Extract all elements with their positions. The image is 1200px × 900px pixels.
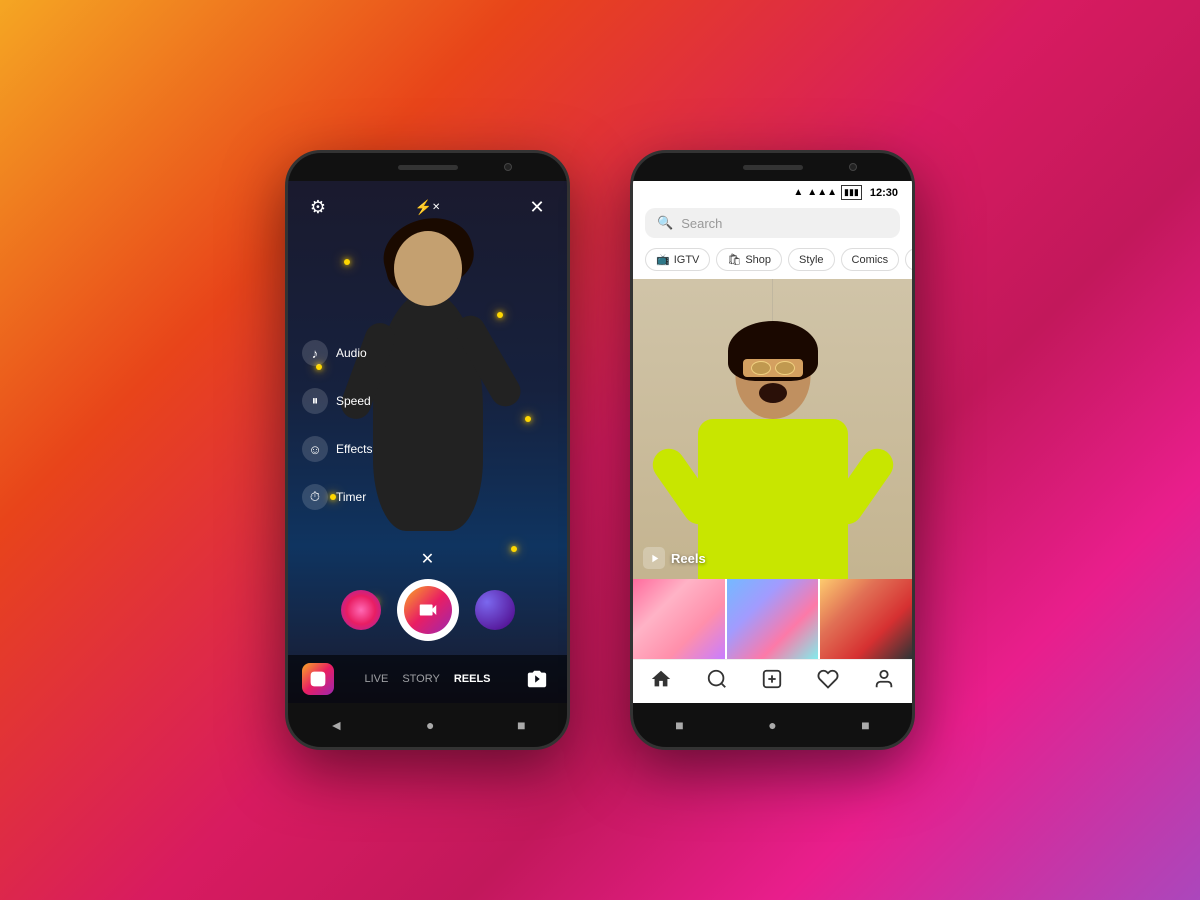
thumbnail-row — [633, 579, 912, 659]
thumbnail-flowers[interactable] — [633, 579, 725, 659]
audio-icon: ♪ — [302, 340, 328, 366]
filter-tabs: 📺 IGTV 🛍 Shop Style Comics 🎬 — [633, 244, 912, 279]
flip-camera-button[interactable] — [521, 663, 553, 695]
shop-filter-tab[interactable]: 🛍 Shop — [716, 248, 782, 271]
instagram-reels-icon — [302, 663, 334, 695]
close-x[interactable]: ✕ — [288, 549, 567, 569]
close-camera-button[interactable]: ✕ — [521, 191, 553, 223]
filter-pink-button[interactable] — [341, 590, 381, 630]
right-phone: ▲ ▲▲▲ ▮▮▮ 12:30 🔍 Search 📺 — [630, 150, 915, 750]
tv-movies-filter-tab[interactable]: 🎬 TV & Movies — [905, 248, 912, 271]
comics-filter-tab[interactable]: Comics — [841, 248, 900, 271]
effects-icon: ☺ — [302, 436, 328, 462]
search-bar-container: 🔍 Search — [633, 202, 912, 244]
sparkle — [497, 312, 503, 318]
camera-mode-bar: LIVE STORY REELS — [288, 655, 567, 703]
audio-menu-item[interactable]: ♪ Audio — [302, 340, 372, 366]
main-container: ⚙ ⚡✕ ✕ ♪ Audio ⏸ Speed — [0, 0, 1200, 900]
speaker — [398, 165, 458, 170]
flash-button[interactable]: ⚡✕ — [412, 191, 444, 223]
right-back-nav[interactable]: ■ — [861, 717, 869, 733]
settings-button[interactable]: ⚙ — [302, 191, 334, 223]
recent-nav-btn[interactable]: ■ — [517, 717, 525, 733]
igtv-icon: 📺 — [656, 253, 670, 266]
search-placeholder: Search — [681, 216, 722, 231]
effects-menu-item[interactable]: ☺ Effects — [302, 436, 372, 462]
audio-label: Audio — [336, 346, 367, 360]
wifi-icon: ▲ — [793, 187, 803, 198]
explore-screen: ▲ ▲▲▲ ▮▮▮ 12:30 🔍 Search 📺 — [633, 181, 912, 703]
signal-icon: ▲▲▲ — [807, 187, 837, 198]
back-nav-btn[interactable]: ◄ — [329, 717, 343, 733]
face-area — [743, 359, 803, 377]
status-time: 12:30 — [870, 187, 898, 199]
camera-bottom: ✕ — [288, 549, 567, 703]
add-nav-icon[interactable] — [761, 668, 783, 696]
timer-menu-item[interactable]: ⏱ Timer — [302, 484, 372, 510]
reels-mode-tab[interactable]: REELS — [454, 673, 491, 685]
right-recent-nav[interactable]: ■ — [675, 717, 683, 733]
right-phone-bottom-bar: ■ ● ■ — [633, 703, 912, 747]
mouth — [759, 383, 787, 403]
video-content — [633, 279, 912, 579]
shop-icon: 🛍 — [727, 253, 741, 266]
story-mode-tab[interactable]: STORY — [402, 673, 440, 685]
search-box[interactable]: 🔍 Search — [645, 208, 900, 238]
left-phone: ⚙ ⚡✕ ✕ ♪ Audio ⏸ Speed — [285, 150, 570, 750]
camera-controls — [288, 579, 567, 641]
mode-tabs: LIVE STORY REELS — [364, 673, 490, 685]
sparkle — [525, 416, 531, 422]
sunglasses-right — [775, 361, 795, 375]
left-phone-notch — [288, 153, 567, 181]
camera-top-bar: ⚙ ⚡✕ ✕ — [288, 181, 567, 233]
live-mode-tab[interactable]: LIVE — [364, 673, 388, 685]
left-phone-bottom-bar: ◄ ● ■ — [288, 703, 567, 747]
search-icon: 🔍 — [657, 215, 673, 231]
thumbnail-skate[interactable] — [820, 579, 912, 659]
shutter-button[interactable] — [397, 579, 459, 641]
effects-label: Effects — [336, 442, 372, 456]
speed-icon: ⏸ — [302, 388, 328, 414]
timer-label: Timer — [336, 490, 366, 504]
right-speaker — [743, 165, 803, 170]
heart-nav-icon[interactable] — [817, 668, 839, 696]
right-front-camera — [849, 163, 857, 171]
right-home-nav[interactable]: ● — [768, 717, 776, 733]
reels-label: Reels — [643, 547, 706, 569]
status-icons: ▲ ▲▲▲ ▮▮▮ 12:30 — [793, 185, 898, 200]
home-nav-icon[interactable] — [650, 668, 672, 696]
main-video-area[interactable]: Reels — [633, 279, 912, 579]
explore-nav-icon[interactable] — [706, 668, 728, 696]
camera-screen: ⚙ ⚡✕ ✕ ♪ Audio ⏸ Speed — [288, 181, 567, 703]
profile-nav-icon[interactable] — [873, 668, 895, 696]
right-phone-screen: ▲ ▲▲▲ ▮▮▮ 12:30 🔍 Search 📺 — [633, 181, 912, 703]
battery-icon: ▮▮▮ — [841, 185, 862, 200]
status-bar: ▲ ▲▲▲ ▮▮▮ 12:30 — [633, 181, 912, 202]
igtv-filter-tab[interactable]: 📺 IGTV — [645, 248, 710, 271]
reels-icon — [643, 547, 665, 569]
bottom-nav — [633, 659, 912, 703]
style-filter-tab[interactable]: Style — [788, 248, 834, 271]
filter-purple-button[interactable] — [475, 590, 515, 630]
dancer-head — [394, 231, 462, 306]
left-phone-screen: ⚙ ⚡✕ ✕ ♪ Audio ⏸ Speed — [288, 181, 567, 703]
timer-icon: ⏱ — [302, 484, 328, 510]
camera-right-menu: ♪ Audio ⏸ Speed ☺ Effects ⏱ Timer — [302, 340, 372, 510]
sunglasses — [751, 361, 771, 375]
reels-shutter-icon — [404, 586, 452, 634]
thumbnail-couple[interactable] — [727, 579, 819, 659]
green-hoodie — [698, 419, 848, 579]
speed-label: Speed — [336, 394, 371, 408]
front-camera — [504, 163, 512, 171]
right-phone-notch — [633, 153, 912, 181]
speed-menu-item[interactable]: ⏸ Speed — [302, 388, 372, 414]
sparkle — [344, 259, 350, 265]
home-nav-btn[interactable]: ● — [426, 717, 434, 733]
